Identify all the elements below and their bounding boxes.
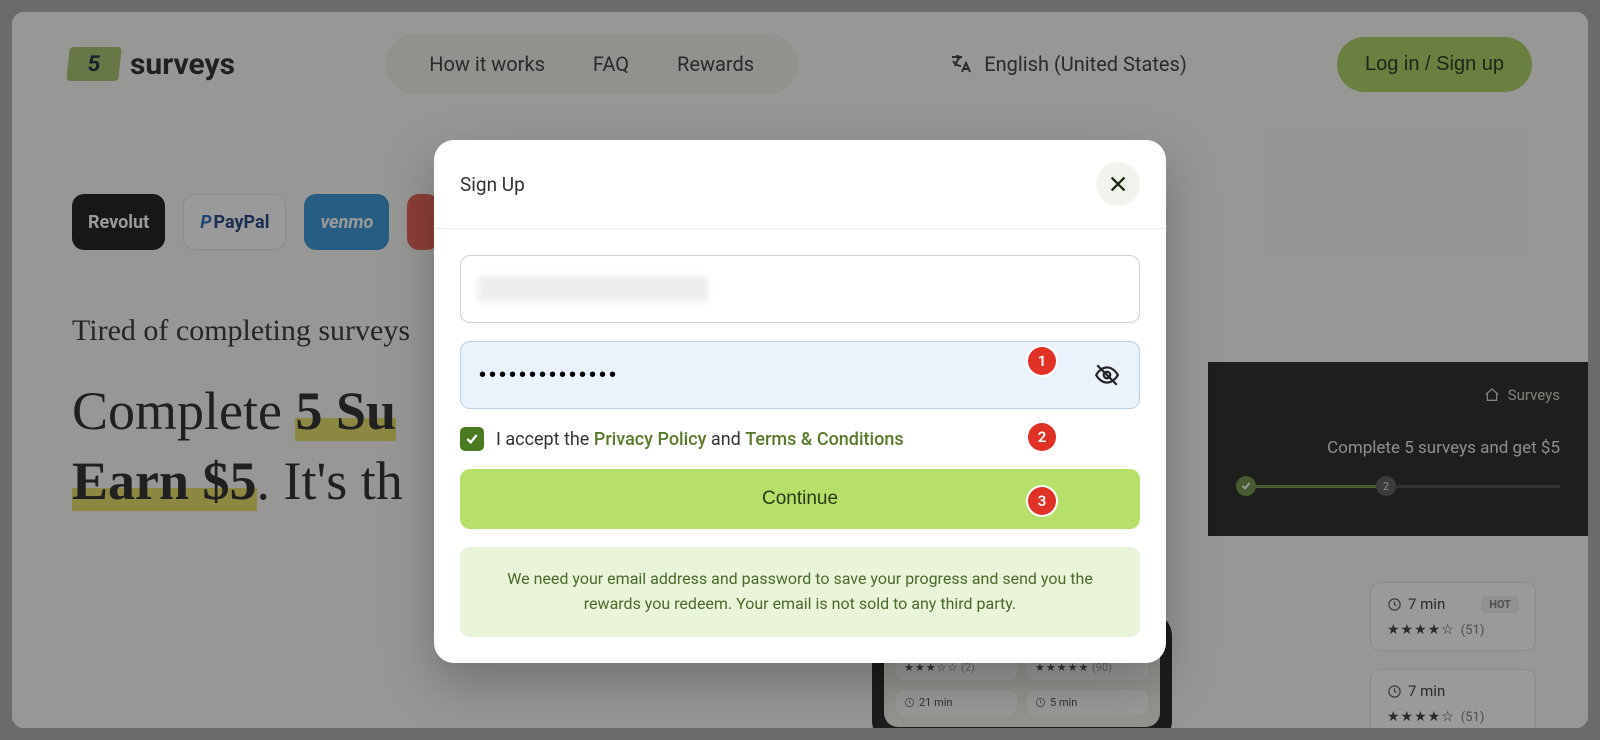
close-button[interactable] xyxy=(1096,162,1140,206)
signup-modal: Sign Up xyxy=(434,140,1166,663)
terms-conditions-link[interactable]: Terms & Conditions xyxy=(745,429,903,450)
modal-overlay: Sign Up xyxy=(12,12,1588,728)
privacy-policy-link[interactable]: Privacy Policy xyxy=(594,429,707,450)
modal-title: Sign Up xyxy=(460,173,525,196)
annotation-1: 1 xyxy=(1028,347,1056,375)
annotation-3: 3 xyxy=(1028,487,1056,515)
email-field-wrapper xyxy=(460,255,1140,323)
terms-text: I accept the Privacy Policy and Terms & … xyxy=(496,429,904,450)
close-icon xyxy=(1107,173,1129,195)
annotation-2: 2 xyxy=(1028,423,1056,451)
info-note: We need your email address and password … xyxy=(460,547,1140,637)
eye-off-icon xyxy=(1094,362,1120,388)
check-icon xyxy=(464,431,480,447)
terms-checkbox[interactable] xyxy=(460,427,484,451)
page: 5 surveys How it works FAQ Rewards Engli… xyxy=(12,12,1588,728)
toggle-password-visibility[interactable] xyxy=(1094,362,1120,388)
redacted-email xyxy=(478,276,708,302)
